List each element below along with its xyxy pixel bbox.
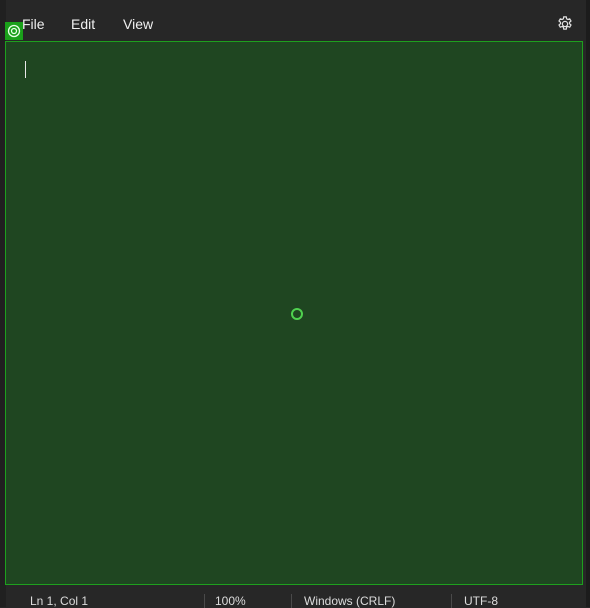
encoding[interactable]: UTF-8 (464, 594, 498, 608)
target-dot-icon (291, 308, 303, 320)
status-divider (451, 594, 452, 608)
status-divider (291, 594, 292, 608)
status-divider (204, 594, 205, 608)
line-ending[interactable]: Windows (CRLF) (304, 594, 395, 608)
menu-edit[interactable]: Edit (71, 16, 95, 32)
cursor-position: Ln 1, Col 1 (30, 594, 89, 608)
status-bar: Ln 1, Col 1 100% Windows (CRLF) UTF-8 (6, 588, 586, 608)
menu-bar: File Edit View (6, 0, 586, 42)
menu-view[interactable]: View (123, 16, 153, 32)
text-caret (25, 61, 26, 78)
target-icon (5, 22, 23, 40)
background-window-edge-right (586, 0, 590, 607)
text-editor-area[interactable] (5, 41, 583, 585)
menu-file[interactable]: File (22, 16, 45, 32)
zoom-level[interactable]: 100% (215, 594, 246, 608)
gear-icon[interactable] (556, 15, 574, 33)
